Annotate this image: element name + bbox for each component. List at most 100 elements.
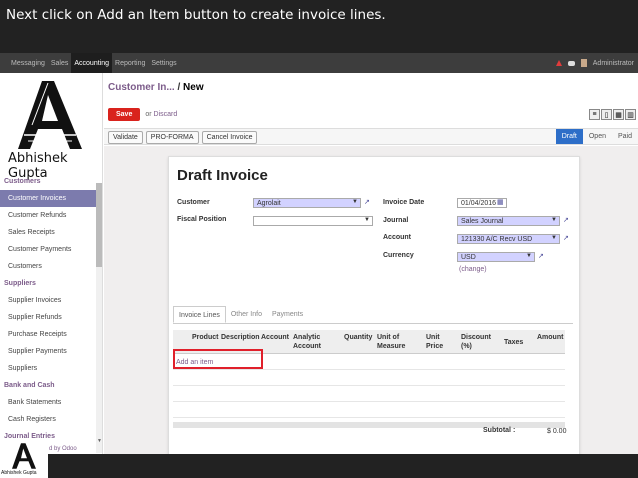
external-link-icon[interactable]: ↗ [364, 198, 370, 206]
external-link-icon[interactable]: ↗ [563, 216, 569, 224]
col-quantity: Quantity [344, 334, 373, 341]
chevron-down-icon[interactable]: ▼ [364, 217, 370, 223]
customer-value: Agrolait [257, 200, 281, 207]
currency-value: USD [461, 254, 476, 261]
sidebar-item-customer-refunds[interactable]: Customer Refunds [0, 207, 96, 224]
menu-messaging[interactable]: Messaging [8, 53, 48, 73]
calendar-icon[interactable]: ▦ [497, 198, 504, 206]
breadcrumb-current: New [183, 82, 204, 93]
sidebar-item-supplier-payments[interactable]: Supplier Payments [0, 343, 96, 360]
table-row [173, 370, 565, 386]
external-link-icon[interactable]: ↗ [538, 252, 544, 260]
graph-view-icon[interactable]: ▥ [625, 109, 636, 120]
discard-group: or Discard [145, 111, 177, 118]
invoice-date-value: 01/04/2016 [461, 200, 497, 207]
user-menu[interactable]: Administrator [593, 60, 634, 67]
tab-other-info[interactable]: Other Info [226, 306, 267, 323]
sidebar-item-customers[interactable]: Customers [0, 258, 96, 275]
odoo-app: Abhishek Gupta Customers Customer Invoic… [0, 73, 638, 456]
col-analytic-account: Analytic Account [293, 334, 321, 350]
sidebar-section-suppliers: Suppliers [4, 280, 36, 287]
form-view-icon[interactable]: ▯ [601, 109, 612, 120]
breadcrumb: Customer In... / New [108, 82, 204, 93]
tab-invoice-lines[interactable]: Invoice Lines [173, 306, 226, 323]
sidebar-item-supplier-refunds[interactable]: Supplier Refunds [0, 309, 96, 326]
form-actions: Save or Discard [108, 108, 177, 121]
col-unit-price: Unit Price [426, 334, 444, 350]
sidebar-section-bank-cash: Bank and Cash [4, 382, 55, 389]
stage-paid: Paid [617, 133, 632, 140]
logo-a-icon [18, 81, 82, 149]
chevron-down-icon[interactable]: ▼ [526, 253, 532, 259]
sidebar-scrollbar[interactable] [96, 183, 102, 453]
change-currency-link[interactable]: (change) [459, 266, 487, 273]
sidebar-item-customer-payments[interactable]: Customer Payments [0, 241, 96, 258]
cancel-invoice-button[interactable]: Cancel Invoice [201, 131, 258, 144]
col-description: Description [221, 334, 260, 341]
topbar-right: Administrator [555, 59, 638, 67]
col-unit-of-measure: Unit of Measure [377, 334, 406, 350]
fiscal-position-field[interactable]: ▼ [253, 216, 373, 226]
logo: Abhishek Gupta [0, 73, 102, 181]
top-menu-bar: Messaging Sales Accounting Reporting Set… [0, 53, 638, 73]
chevron-down-icon[interactable]: ▼ [551, 217, 557, 223]
discard-link[interactable]: Discard [154, 111, 178, 118]
tab-payments[interactable]: Payments [267, 306, 308, 323]
sidebar-item-sales-receipts[interactable]: Sales Receipts [0, 224, 96, 241]
sidebar-scroll-thumb[interactable] [96, 183, 102, 267]
stage-draft: Draft [555, 129, 583, 144]
sidebar-nav: Customers Customer Invoices Customer Ref… [0, 173, 96, 445]
journal-field[interactable]: Sales Journal ▼ [457, 216, 560, 226]
sidebar-item-cash-registers[interactable]: Cash Registers [0, 411, 96, 428]
pro-forma-button[interactable]: PRO-FORMA [145, 131, 199, 144]
account-value: 121330 A/C Recv USD [461, 236, 533, 243]
or-text: or [145, 111, 152, 118]
stage-pipeline: Draft Open Paid [555, 129, 638, 144]
logo-a-icon [12, 443, 36, 469]
list-view-icon[interactable]: ≡ [589, 109, 600, 120]
scroll-down-icon[interactable]: ▼ [97, 438, 102, 444]
stage-open: Open [588, 133, 606, 140]
powered-by-link[interactable]: d by Odoo [49, 446, 77, 452]
journal-label: Journal [383, 217, 409, 224]
calendar-view-icon[interactable]: ▦ [613, 109, 624, 120]
sidebar-item-supplier-invoices[interactable]: Supplier Invoices [0, 292, 96, 309]
sidebar-item-customer-invoices[interactable]: Customer Invoices [0, 190, 96, 207]
chevron-down-icon[interactable]: ▼ [352, 199, 358, 205]
menu-accounting[interactable]: Accounting [71, 53, 113, 73]
validate-button[interactable]: Validate [108, 131, 143, 144]
currency-label: Currency [383, 252, 414, 259]
sidebar-item-purchase-receipts[interactable]: Purchase Receipts [0, 326, 96, 343]
menu-reporting[interactable]: Reporting [112, 53, 148, 73]
save-button[interactable]: Save [108, 108, 141, 121]
chat-icon[interactable] [567, 60, 575, 66]
sidebar-item-suppliers[interactable]: Suppliers [0, 360, 96, 377]
account-field[interactable]: 121330 A/C Recv USD ▼ [457, 234, 560, 244]
col-taxes: Taxes [504, 339, 524, 346]
menu-sales[interactable]: Sales [48, 53, 72, 73]
invoice-sheet: Draft Invoice Customer Agrolait ▼ ↗ Fisc… [168, 156, 580, 456]
statusbar: Validate PRO-FORMA Cancel Invoice Draft … [104, 128, 638, 145]
main-menu: Messaging Sales Accounting Reporting Set… [8, 53, 180, 73]
main-content: Customer In... / New Save or Discard ≡ ▯… [104, 73, 638, 456]
fiscal-position-label: Fiscal Position [177, 216, 227, 223]
footer-logo: Abhishek Gupta [0, 441, 48, 478]
avatar[interactable] [580, 59, 587, 67]
status-buttons: Validate PRO-FORMA Cancel Invoice [108, 131, 258, 144]
sidebar-section-customers: Customers [4, 178, 41, 185]
customer-field[interactable]: Agrolait ▼ [253, 198, 361, 208]
page-title: Draft Invoice [177, 167, 268, 184]
alert-icon[interactable] [555, 60, 562, 66]
currency-field[interactable]: USD ▼ [457, 252, 535, 262]
sidebar-item-bank-statements[interactable]: Bank Statements [0, 394, 96, 411]
external-link-icon[interactable]: ↗ [563, 234, 569, 242]
form-background: Draft Invoice Customer Agrolait ▼ ↗ Fisc… [104, 146, 638, 456]
footer-logo-text: Abhishek Gupta [1, 470, 37, 476]
chevron-down-icon[interactable]: ▼ [551, 235, 557, 241]
highlight-box [173, 349, 263, 369]
breadcrumb-parent[interactable]: Customer In... [108, 82, 175, 93]
col-product: Product [192, 334, 219, 341]
subtotal-value: $ 0.00 [547, 428, 567, 435]
subtotal-label: Subtotal : [483, 427, 516, 434]
menu-settings[interactable]: Settings [148, 53, 179, 73]
